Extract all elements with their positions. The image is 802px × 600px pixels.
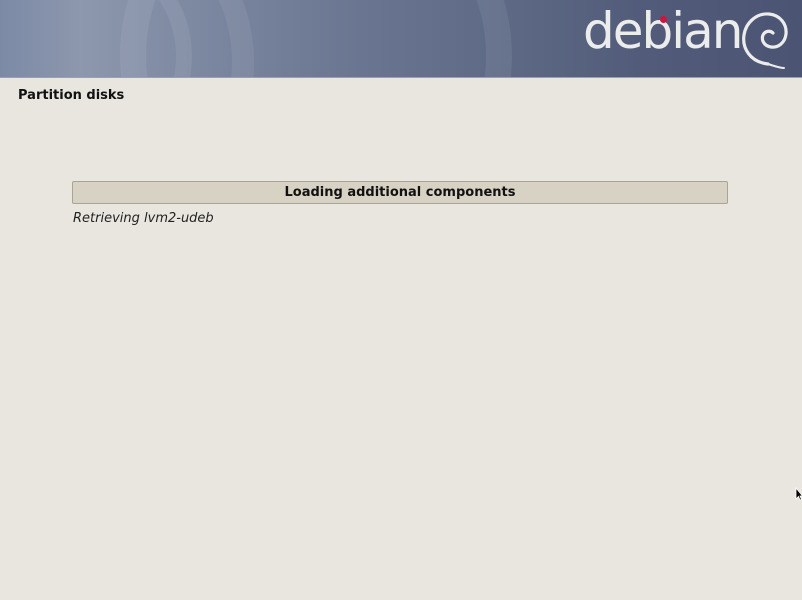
progress-status-text: Retrieving lvm2-udeb — [73, 211, 214, 226]
progress-label: Loading additional components — [284, 185, 516, 200]
banner-decoration — [120, 0, 512, 77]
debian-logo-text: debian — [583, 2, 743, 60]
logo-dot — [660, 16, 667, 23]
progress-bar: Loading additional components — [72, 181, 728, 204]
mouse-pointer-icon — [795, 487, 802, 501]
header-banner: debian — [0, 0, 802, 78]
debian-swirl-icon — [742, 12, 788, 69]
page-title: Partition disks — [18, 88, 125, 103]
